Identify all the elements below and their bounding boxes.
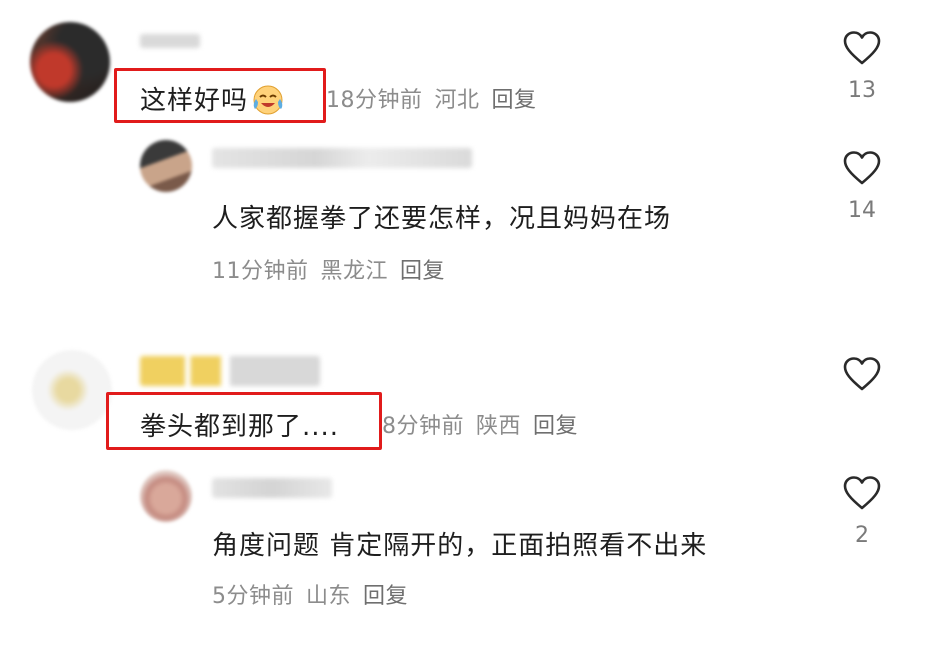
reply-button[interactable]: 回复: [363, 584, 408, 609]
like-button[interactable]: [840, 356, 884, 392]
timestamp: 18分钟前: [326, 88, 423, 113]
heart-icon: [843, 151, 881, 185]
like-button[interactable]: 13: [840, 30, 884, 103]
avatar[interactable]: [32, 350, 112, 430]
timestamp: 5分钟前: [212, 584, 294, 609]
location: 山东: [306, 584, 352, 609]
location: 陕西: [476, 414, 522, 439]
like-count: 2: [855, 523, 869, 548]
location: 黑龙江: [320, 259, 389, 284]
comment-meta: 8分钟前 陕西 回复: [382, 408, 590, 440]
timestamp: 11分钟前: [212, 259, 309, 284]
reply-button[interactable]: 回复: [533, 414, 578, 439]
like-button[interactable]: 2: [840, 475, 884, 548]
reply-meta: 11分钟前 黑龙江 回复: [212, 253, 457, 285]
reply-button[interactable]: 回复: [400, 259, 445, 284]
like-count: 13: [848, 78, 876, 103]
heart-icon: [843, 31, 881, 65]
reply-username-blurred[interactable]: [212, 148, 472, 168]
avatar[interactable]: [30, 22, 110, 102]
username-blurred[interactable]: [140, 34, 200, 48]
highlight-box: [106, 392, 382, 450]
reply-avatar[interactable]: [140, 140, 192, 192]
comment-meta: 18分钟前 河北 回复: [326, 82, 549, 114]
like-count: 14: [848, 198, 876, 223]
reply-text: 人家都握拳了还要怎样，况且妈妈在场: [212, 204, 672, 234]
like-button[interactable]: 14: [840, 150, 884, 223]
reply-text: 角度问题 肯定隔开的，正面拍照看不出来: [212, 531, 708, 561]
heart-icon: [843, 476, 881, 510]
reply-username-blurred[interactable]: [212, 478, 332, 498]
location: 河北: [434, 88, 480, 113]
heart-icon: [843, 357, 881, 391]
username-blurred[interactable]: [140, 356, 320, 386]
highlight-box: [114, 68, 326, 123]
reply-button[interactable]: 回复: [492, 88, 537, 113]
reply-avatar[interactable]: [140, 470, 192, 522]
reply-meta: 5分钟前 山东 回复: [212, 578, 420, 610]
timestamp: 8分钟前: [382, 414, 464, 439]
